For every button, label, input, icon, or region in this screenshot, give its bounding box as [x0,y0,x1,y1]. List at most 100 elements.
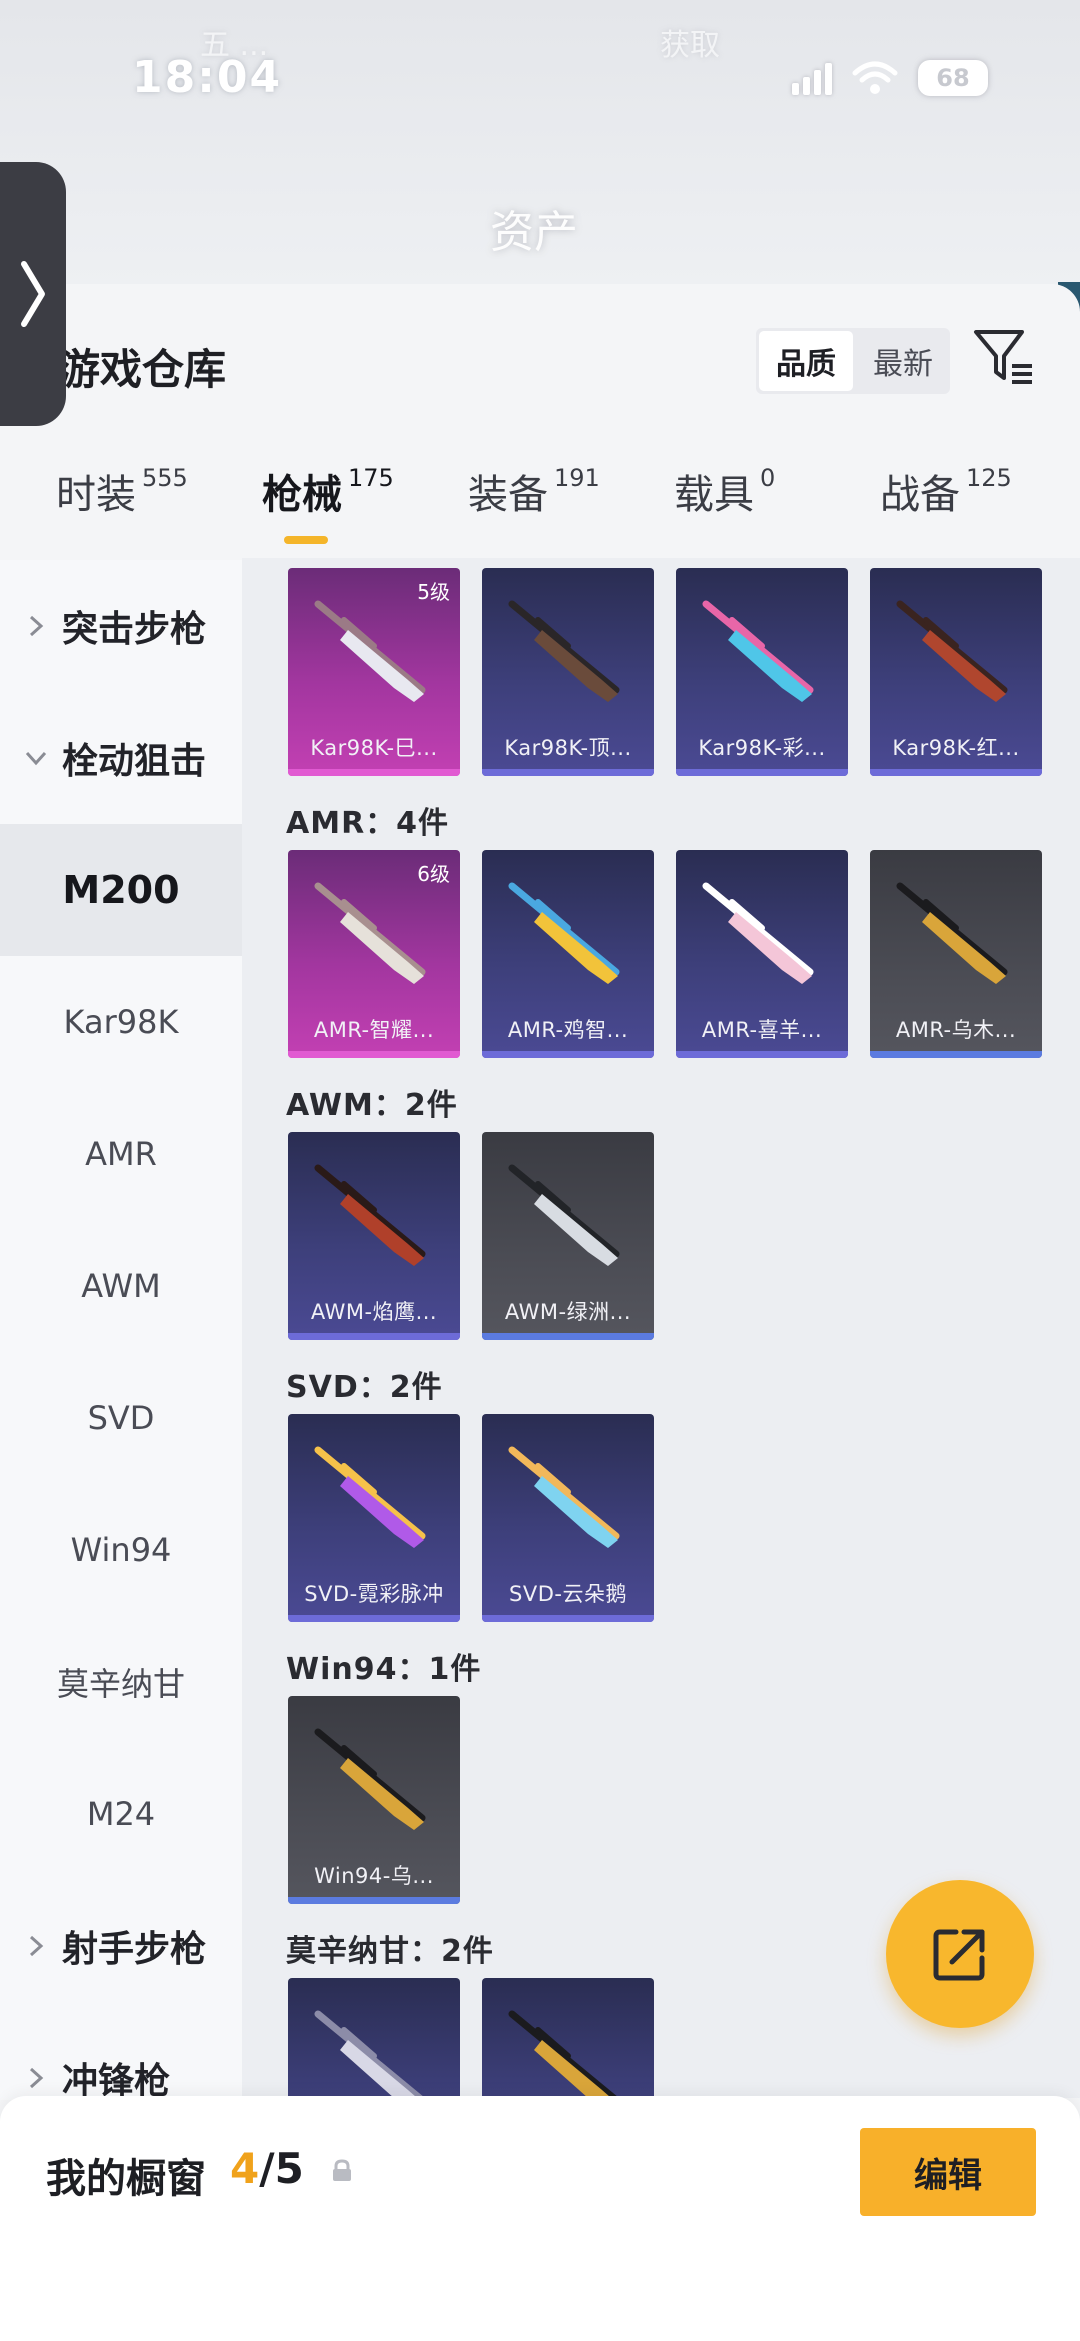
status-blurred-text: 五 ... [200,28,269,63]
page-title: 资产 [490,207,578,258]
edit-button[interactable]: 编辑 [860,2128,1036,2216]
weapon-skin-card[interactable]: AMR-喜羊... [676,850,848,1058]
showcase-total: /5 [259,2144,304,2193]
weapon-skin-card[interactable]: SVD-云朵鹅 [482,1414,654,1622]
category-marksman-rifle[interactable]: 射手步枪 [0,1880,242,2012]
section-label: 莫辛纳甘：2件 [286,1934,494,1969]
tab-weapons[interactable]: 枪械 175 [262,462,394,520]
share-fab-button[interactable] [886,1880,1034,2028]
rifle-icon [508,882,620,984]
showcase-count: 4/5 [230,2144,304,2193]
weapon-skin-card[interactable]: AWM-绿洲... [482,1132,654,1340]
battery-icon: 68 [918,60,988,96]
tab-count: 0 [760,464,776,492]
weapon-skin-card[interactable]: 6级 AMR-智耀... [288,850,460,1058]
tab-outfits[interactable]: 时装 555 [56,462,188,520]
tab-count: 175 [348,464,394,492]
chevron-down-icon [25,751,47,766]
tab-count: 191 [554,464,600,492]
weapon-skin-grid: 5级 Kar98K-巳... Kar98K-顶... Kar98K-彩... Kar98… [242,558,1080,2098]
subcategory-m200[interactable]: M200 [0,824,242,956]
rarity-bar [482,1615,654,1622]
showcase-label: 我的橱窗 [46,2156,206,2202]
section-label: SVD：2件 [286,1370,443,1405]
subcategory-mosin-nagant[interactable]: 莫辛纳甘 [0,1616,242,1748]
rifle-icon [508,1164,620,1266]
rifle-icon [508,1446,620,1548]
subcategory-amr[interactable]: AMR [0,1088,242,1220]
section-label: AWM：2件 [286,1088,458,1123]
weapon-skin-card[interactable] [288,1978,460,2098]
weapon-skin-card[interactable]: Kar98K-红... [870,568,1042,776]
sort-toggle: 品质 最新 [756,328,950,394]
section-label: Win94：1件 [286,1652,482,1687]
tab-vehicles[interactable]: 载具 0 [674,462,775,520]
rifle-icon [702,600,814,702]
rarity-bar [288,1897,460,1904]
subcategory-awm[interactable]: AWM [0,1220,242,1352]
rarity-bar [482,769,654,776]
category-tabs: 时装 555 枪械 175 装备 191 载具 0 战备 125 [0,462,1080,552]
weapon-skin-card[interactable]: SVD-霓彩脉冲 [288,1414,460,1622]
subcategory-svd[interactable]: SVD [0,1352,242,1484]
weapon-skin-card[interactable]: AWM-焰鹰... [288,1132,460,1340]
chevron-right-icon [29,1935,44,1957]
top-header-area: 18:04 五 ... 获取 68 资产 [0,0,1080,290]
subcategory-kar98k[interactable]: Kar98K [0,956,242,1088]
category-assault-rifle[interactable]: 突击步枪 [0,560,242,692]
skin-name: AWM-焰鹰... [310,1300,438,1324]
rifle-icon [896,600,1008,702]
skin-name: AWM-绿洲... [504,1300,632,1324]
rifle-icon [508,2010,619,2098]
status-blurred-text: 获取 [660,28,720,63]
category-bolt-sniper[interactable]: 栓动狙击 [0,692,242,824]
weapon-skin-card[interactable] [482,1978,654,2098]
weapon-skin-card[interactable]: Win94-乌... [288,1696,460,1904]
rifle-icon [314,2010,425,2098]
tab-supplies[interactable]: 战备 125 [880,462,1012,520]
rarity-bar [482,1051,654,1058]
skin-name: SVD-霓彩脉冲 [304,1582,444,1606]
weapon-skin-card[interactable]: AMR-乌木... [870,850,1042,1058]
lock-icon [333,2159,351,2181]
tab-label: 时装 [56,472,136,518]
rifle-icon [314,1164,426,1266]
wifi-icon [852,61,898,94]
skin-name: Kar98K-巳... [310,736,438,760]
rifle-icon [314,1728,426,1830]
tab-equipment[interactable]: 装备 191 [468,462,600,520]
skin-name: Kar98K-顶... [504,736,632,760]
rifle-icon [702,882,814,984]
rarity-bar [288,769,460,776]
skin-name: Win94-乌... [314,1864,434,1888]
skin-name: AMR-喜羊... [701,1018,823,1042]
subcategory-m24[interactable]: M24 [0,1748,242,1880]
filter-icon[interactable] [972,326,1036,388]
sort-quality-option[interactable]: 品质 [759,331,853,391]
panel-title: 游戏仓库 [58,345,227,394]
tab-count: 125 [966,464,1012,492]
tab-label: 枪械 [262,472,342,518]
rarity-bar [482,1333,654,1340]
showcase-bar: 我的橱窗 4/5 编辑 [0,2096,1080,2341]
rarity-bar [288,1051,460,1058]
subcategory-win94[interactable]: Win94 [0,1484,242,1616]
rifle-icon [314,600,426,702]
showcase-current: 4 [230,2144,260,2193]
tab-label: 装备 [468,472,548,518]
weapon-skin-card[interactable]: Kar98K-顶... [482,568,654,776]
rarity-bar [870,1051,1042,1058]
side-drawer-handle[interactable] [0,162,66,426]
skin-name: Kar98K-彩... [698,736,826,760]
sort-newest-option[interactable]: 最新 [856,328,950,394]
skin-level-badge: 6级 [417,862,450,886]
rarity-bar [870,769,1042,776]
rarity-bar [676,1051,848,1058]
status-icons: 68 [792,60,988,96]
weapon-skin-card[interactable]: 5级 Kar98K-巳... [288,568,460,776]
chevron-right-icon [29,2067,44,2089]
category-label: 射手步枪 [62,1929,207,1970]
weapon-skin-card[interactable]: AMR-鸡智... [482,850,654,1058]
weapon-skin-card[interactable]: Kar98K-彩... [676,568,848,776]
skin-name: AMR-鸡智... [507,1018,629,1042]
